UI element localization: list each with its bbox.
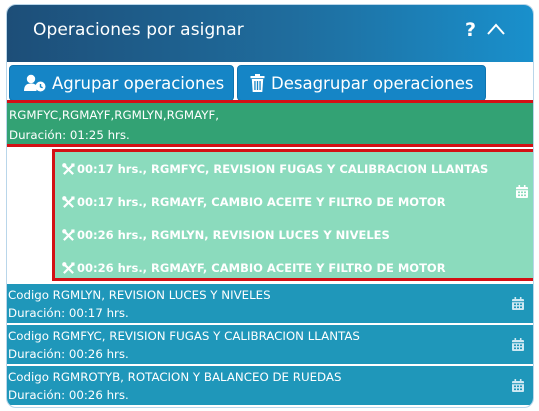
wrench-screwdriver-icon: [62, 261, 75, 274]
operation-list-item[interactable]: Codigo RGMFYC, REVISION FUGAS Y CALIBRAC…: [7, 325, 533, 365]
grouped-operation-item[interactable]: 00:26 hrs., RGMLYN, REVISION LUCES Y NIV…: [55, 218, 533, 252]
help-icon[interactable]: ?: [465, 19, 476, 41]
grouped-operation-label: 00:17 hrs., RGMFYC, REVISION FUGAS Y CAL…: [77, 162, 489, 176]
grouped-operation-label: 00:26 hrs., RGMLYN, REVISION LUCES Y NIV…: [77, 228, 390, 242]
trash-icon: [250, 74, 265, 92]
group-operations-button[interactable]: Agrupar operaciones: [9, 65, 234, 101]
ungroup-operations-label: Desagrupar operaciones: [271, 73, 474, 93]
operation-duration: Duración: 00:26 hrs.: [8, 388, 129, 402]
calendar-icon[interactable]: [512, 297, 524, 310]
operation-duration: Duración: 00:17 hrs.: [8, 306, 129, 320]
operation-list-item[interactable]: Codigo RGMLYN, REVISION LUCES Y NIVELES …: [7, 284, 533, 324]
operation-code: Codigo RGMFYC, REVISION FUGAS Y CALIBRAC…: [8, 329, 360, 343]
operation-code: Codigo RGMLYN, REVISION LUCES Y NIVELES: [8, 288, 271, 302]
operation-duration: Duración: 00:26 hrs.: [8, 347, 129, 361]
operation-list-item[interactable]: Codigo RGMROTYB, ROTACION Y BALANCEO DE …: [7, 366, 533, 406]
operations-panel: Operaciones por asignar ? Agrupar operac…: [6, 4, 534, 408]
panel-header: Operaciones por asignar ?: [7, 5, 533, 62]
group-codes: RGMFYC,RGMAYF,RGMLYN,RGMAYF,: [9, 108, 219, 122]
operation-code: Codigo RGMROTYB, ROTACION Y BALANCEO DE …: [8, 370, 342, 384]
calendar-icon[interactable]: [516, 185, 528, 198]
selected-operation-group[interactable]: RGMFYC,RGMAYF,RGMLYN,RGMAYF, Duración: 0…: [7, 100, 533, 147]
wrench-screwdriver-icon: [62, 162, 75, 175]
grouped-operation-label: 00:26 hrs., RGMAYF, CAMBIO ACEITE Y FILT…: [77, 261, 446, 275]
calendar-icon[interactable]: [512, 338, 524, 351]
wrench-screwdriver-icon: [62, 228, 75, 241]
calendar-icon[interactable]: [512, 379, 524, 392]
group-operations-label: Agrupar operaciones: [52, 73, 225, 93]
grouped-operation-item[interactable]: 00:26 hrs., RGMAYF, CAMBIO ACEITE Y FILT…: [55, 251, 533, 285]
grouped-operation-label: 00:17 hrs., RGMAYF, CAMBIO ACEITE Y FILT…: [77, 195, 446, 209]
chevron-up-icon[interactable]: [487, 23, 505, 35]
grouped-operation-item[interactable]: 00:17 hrs., RGMFYC, REVISION FUGAS Y CAL…: [55, 152, 533, 186]
panel-title: Operaciones por asignar: [33, 20, 244, 40]
user-clock-icon: [24, 74, 46, 92]
grouped-operations-list: 00:17 hrs., RGMFYC, REVISION FUGAS Y CAL…: [52, 149, 533, 281]
group-duration: Duración: 01:25 hrs.: [9, 128, 130, 142]
wrench-screwdriver-icon: [62, 195, 75, 208]
grouped-operation-item[interactable]: 00:17 hrs., RGMAYF, CAMBIO ACEITE Y FILT…: [55, 185, 533, 219]
ungroup-operations-button[interactable]: Desagrupar operaciones: [237, 65, 486, 101]
